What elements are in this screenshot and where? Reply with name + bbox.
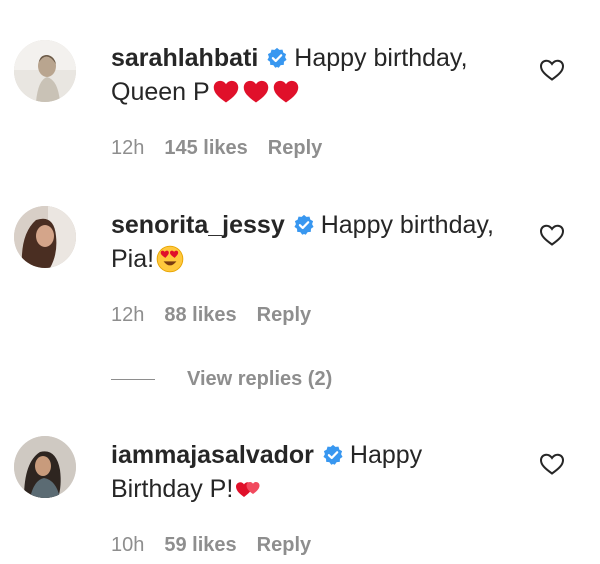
likes-count[interactable]: 59 likes — [164, 534, 236, 556]
verified-badge-icon — [294, 214, 314, 235]
comment-body: senorita_jessy Happy birthday, Pia! — [111, 208, 511, 276]
username[interactable]: sarahlahbati — [111, 44, 258, 72]
comment-time: 10h — [111, 534, 145, 556]
avatar[interactable] — [14, 436, 76, 498]
view-replies-label: View replies (2) — [187, 368, 333, 390]
comment-time: 12h — [111, 137, 145, 159]
avatar[interactable] — [14, 40, 76, 102]
reply-button[interactable]: Reply — [268, 137, 322, 159]
red-heart-icon — [243, 80, 268, 103]
replies-divider-line — [111, 379, 155, 381]
comment-body: iammajasalvador Happy Birthday P! — [111, 438, 511, 506]
two-hearts-icon — [236, 482, 260, 497]
red-heart-icon — [213, 80, 238, 103]
likes-count[interactable]: 145 likes — [164, 137, 247, 159]
red-heart-icon — [273, 80, 298, 103]
username[interactable]: senorita_jessy — [111, 211, 285, 239]
verified-badge-icon — [267, 47, 287, 68]
reply-button[interactable]: Reply — [257, 304, 311, 326]
comment-meta: 10h 59 likes Reply — [111, 531, 331, 559]
comment-body: sarahlahbati Happy birthday, Queen P — [111, 41, 511, 109]
username[interactable]: iammajasalvador — [111, 441, 314, 469]
view-replies-button[interactable]: View replies (2) — [111, 365, 332, 393]
verified-badge-icon — [323, 444, 343, 465]
like-heart-icon[interactable] — [539, 58, 565, 82]
likes-count[interactable]: 88 likes — [164, 304, 236, 326]
comment-meta: 12h 145 likes Reply — [111, 134, 342, 162]
like-heart-icon[interactable] — [539, 452, 565, 476]
heart-eyes-face-icon — [156, 245, 184, 273]
avatar[interactable] — [14, 206, 76, 268]
comment-time: 12h — [111, 304, 145, 326]
reply-button[interactable]: Reply — [257, 534, 311, 556]
like-heart-icon[interactable] — [539, 223, 565, 247]
comment-meta: 12h 88 likes Reply — [111, 301, 331, 329]
